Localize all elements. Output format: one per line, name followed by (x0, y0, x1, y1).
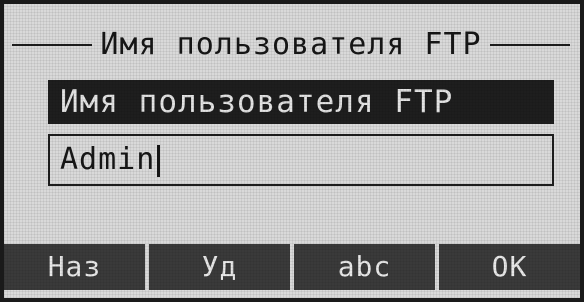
header-line-right (489, 44, 571, 46)
ok-softkey[interactable]: OK (439, 244, 580, 290)
ftp-username-input[interactable]: Admin (48, 134, 554, 186)
delete-softkey[interactable]: Уд (149, 244, 290, 290)
screen-title: Имя пользователя FTP (100, 27, 482, 62)
ftp-username-value: Admin (60, 142, 156, 177)
input-mode-softkey[interactable]: abc (294, 244, 435, 290)
header-line-left (12, 44, 93, 46)
text-cursor (157, 144, 161, 177)
screen-header: Имя пользователя FTP (12, 24, 571, 66)
back-softkey[interactable]: Наз (4, 244, 145, 290)
field-label-highlighted: Имя пользователя FTP (48, 80, 554, 124)
lcd-screen: Имя пользователя FTP Имя пользователя FT… (4, 4, 580, 298)
softkey-bar: Наз Уд abc OK (4, 244, 580, 290)
